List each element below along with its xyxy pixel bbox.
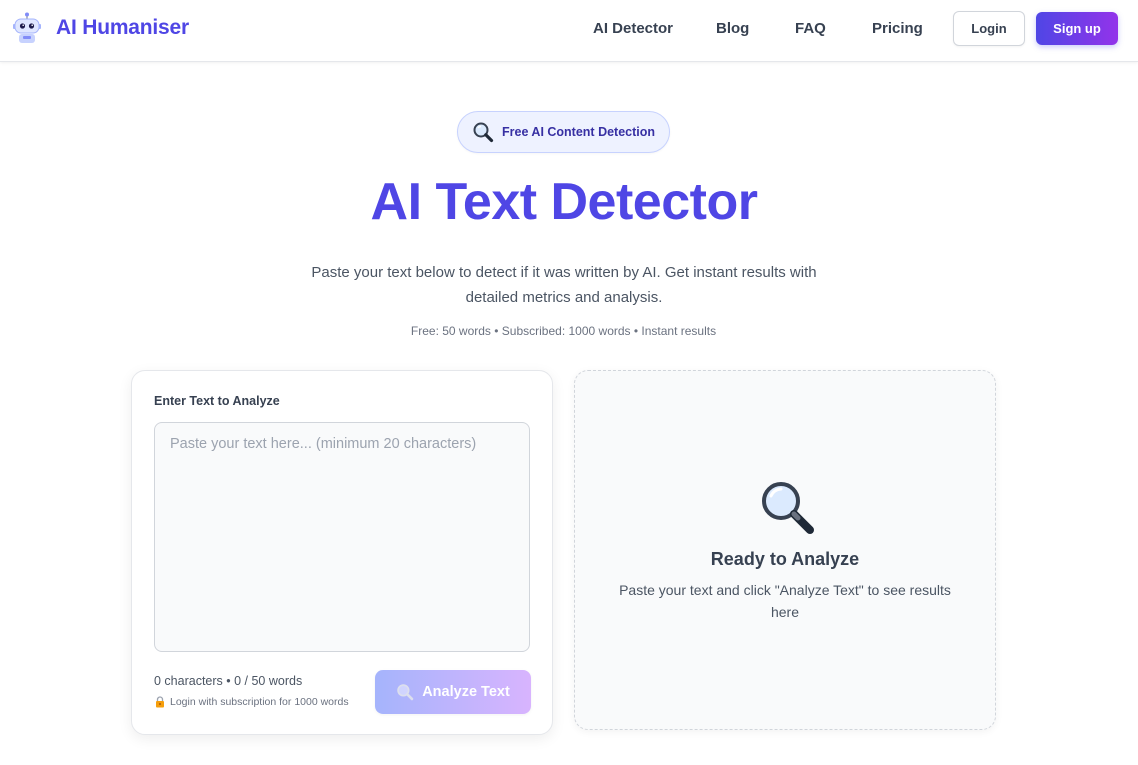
limits-info: Free: 50 words • Subscribed: 1000 words … bbox=[410, 324, 717, 338]
text-input[interactable] bbox=[154, 422, 530, 652]
magnifier-icon bbox=[472, 121, 494, 143]
magnifier-icon bbox=[757, 477, 817, 537]
login-button[interactable]: Login bbox=[953, 11, 1025, 46]
brand-name: AI Humaniser bbox=[56, 16, 189, 39]
analyze-text-button[interactable]: Analyze Text bbox=[375, 670, 531, 714]
navbar: AI Humaniser AI Detector Blog FAQ Pricin… bbox=[0, 0, 1138, 62]
results-subtitle: Paste your text and click "Analyze Text"… bbox=[619, 582, 951, 620]
results-panel: Ready to Analyze Paste your text and cli… bbox=[574, 370, 996, 730]
signup-button[interactable]: Sign up bbox=[1036, 12, 1118, 45]
magnifier-icon bbox=[396, 683, 414, 701]
nav-link-ai-detector[interactable]: AI Detector bbox=[593, 20, 673, 37]
page-subtitle: Paste your text below to detect if it wa… bbox=[311, 264, 817, 306]
nav-link-blog[interactable]: Blog bbox=[716, 20, 749, 37]
input-label: Enter Text to Analyze bbox=[154, 394, 280, 408]
feature-badge: Free AI Content Detection bbox=[457, 111, 670, 153]
robot-icon bbox=[12, 12, 42, 44]
input-card: Enter Text to Analyze 0 characters • 0 /… bbox=[131, 370, 553, 735]
badge-text: Free AI Content Detection bbox=[502, 125, 656, 139]
login-note: Login with subscription for 1000 words bbox=[154, 696, 349, 708]
nav-link-pricing[interactable]: Pricing bbox=[872, 20, 923, 37]
character-word-counter: 0 characters • 0 / 50 words bbox=[154, 674, 303, 688]
lock-icon bbox=[154, 696, 166, 708]
page-title: AI Text Detector bbox=[370, 173, 758, 231]
nav-link-faq[interactable]: FAQ bbox=[795, 20, 826, 37]
brand-logo-link[interactable]: AI Humaniser bbox=[12, 12, 189, 44]
analyze-button-label: Analyze Text bbox=[422, 684, 510, 700]
results-title: Ready to Analyze bbox=[710, 549, 860, 569]
login-note-text: Login with subscription for 1000 words bbox=[170, 696, 349, 708]
